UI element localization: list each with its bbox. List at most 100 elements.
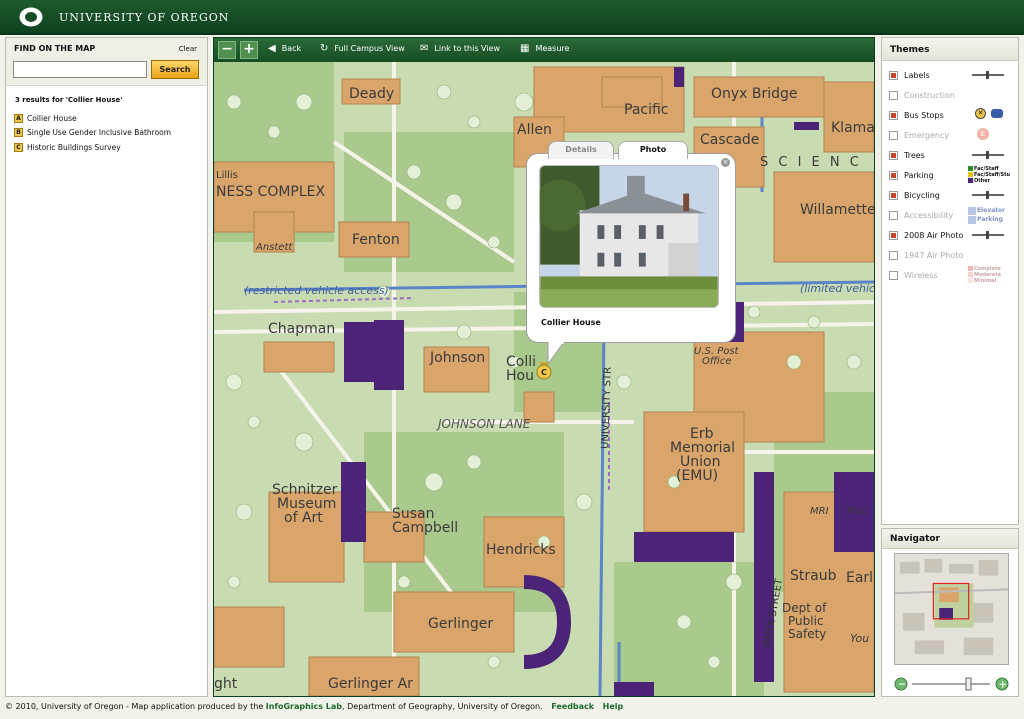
search-button[interactable]: Search — [151, 60, 199, 79]
accessible-parking-icon — [968, 215, 976, 224]
map-label: Straub — [790, 568, 837, 584]
accessibility-legend: Elevator Parking — [968, 206, 1005, 224]
footer-prefix: © 2010, University of Oregon - Map appli… — [5, 702, 264, 711]
map-label: Johnson — [429, 350, 485, 366]
bus-stop-icon: ✕ — [975, 108, 986, 119]
feedback-link[interactable]: Feedback — [551, 702, 594, 711]
checkbox[interactable] — [889, 270, 898, 280]
opacity-slider[interactable] — [972, 71, 1004, 79]
link-view-button[interactable]: ✉ Link to this View — [420, 43, 500, 54]
theme-label: Construction — [904, 90, 955, 100]
tab-details[interactable]: Details — [548, 141, 614, 159]
navigator-zoom-slider[interactable]: − + — [894, 677, 1009, 691]
map-label: Gerlinger — [428, 616, 493, 632]
result-item[interactable]: C Historic Buildings Survey — [14, 140, 171, 155]
checkbox[interactable] — [889, 170, 898, 180]
themes-title: Themes — [882, 38, 1018, 61]
map-label: Fenton — [352, 232, 400, 248]
map-label: Public — [788, 614, 824, 628]
checkbox[interactable] — [889, 250, 898, 260]
parking-legend: Fac/Staff Fac/Staff/Stu Other — [968, 166, 1010, 184]
map-label: Anstett — [255, 242, 293, 253]
result-badge: C — [14, 142, 23, 152]
wireless-legend: Complete Moderate Minimal — [968, 266, 1001, 284]
result-label[interactable]: Historic Buildings Survey — [27, 143, 121, 152]
map-label: (EMU) — [676, 468, 718, 484]
clear-link[interactable]: Clear — [179, 45, 197, 53]
map-label: Klama — [831, 120, 874, 136]
map-label: (limited vehic — [800, 282, 874, 295]
navigator-minimap[interactable] — [894, 553, 1009, 665]
checkbox[interactable] — [889, 150, 898, 160]
full-campus-button[interactable]: ↻ Full Campus View — [320, 43, 405, 54]
map-label: Cascade — [700, 132, 759, 148]
zoom-out-button[interactable]: − — [218, 41, 236, 59]
map-label: Safety — [788, 627, 826, 641]
app-header: UNIVERSITY OF OREGON — [0, 0, 1024, 35]
result-item[interactable]: A Collier House — [14, 111, 171, 126]
popup-pointer — [547, 342, 565, 366]
checkbox[interactable] — [889, 70, 898, 80]
back-button[interactable]: ◀ Back — [268, 43, 301, 54]
close-icon[interactable]: × — [721, 158, 730, 167]
theme-label: Trees — [904, 150, 925, 160]
theme-construction[interactable]: Construction — [889, 88, 1014, 102]
measure-button[interactable]: ▦ Measure — [520, 43, 569, 54]
theme-label: Parking — [904, 170, 934, 180]
checkbox[interactable] — [889, 90, 898, 100]
checkbox[interactable] — [889, 130, 898, 140]
theme-label: 1947 Air Photo — [904, 250, 964, 260]
result-item[interactable]: B Single Use Gender Inclusive Bathroom — [14, 126, 171, 141]
checkbox[interactable] — [889, 190, 898, 200]
result-label[interactable]: Single Use Gender Inclusive Bathroom — [27, 128, 171, 137]
theme-label: Emergency — [904, 130, 950, 140]
map-label: Lillis — [216, 170, 238, 181]
footer-suffix: , Department of Geography, University of… — [342, 702, 543, 711]
navigator-panel: Navigator − + — [881, 528, 1019, 697]
theme-air-photo-2008[interactable]: 2008 Air Photo — [889, 228, 1014, 242]
checkbox[interactable] — [889, 230, 898, 240]
navigator-title: Navigator — [882, 529, 1018, 549]
result-label[interactable]: Collier House — [27, 114, 77, 123]
svg-text:+: + — [999, 680, 1007, 691]
theme-bus-stops[interactable]: Bus Stops ✕ — [889, 108, 1014, 122]
checkbox[interactable] — [889, 110, 898, 120]
info-popup: Details Photo × Collier House — [526, 141, 736, 366]
map-label: S C I E N C — [760, 155, 862, 170]
theme-emergency[interactable]: Emergency E — [889, 128, 1014, 142]
full-campus-label: Full Campus View — [334, 44, 405, 53]
map-label: McC — [847, 506, 868, 517]
elevator-icon — [968, 206, 976, 215]
theme-labels[interactable]: Labels — [889, 68, 1014, 82]
opacity-slider[interactable] — [972, 231, 1004, 239]
checkbox[interactable] — [889, 210, 898, 220]
tab-photo[interactable]: Photo — [618, 141, 688, 159]
refresh-icon: ↻ — [320, 43, 329, 54]
search-input[interactable] — [13, 61, 147, 78]
help-link[interactable]: Help — [603, 702, 624, 711]
theme-air-photo-1947[interactable]: 1947 Air Photo — [889, 248, 1014, 262]
uo-logo-icon[interactable] — [18, 6, 44, 28]
envelope-icon: ✉ — [420, 43, 429, 54]
map-label: Office — [702, 356, 732, 367]
opacity-slider[interactable] — [972, 151, 1004, 159]
map-label: JOHNSON LANE — [436, 417, 531, 431]
map-label: Campbell — [392, 520, 458, 536]
result-count: 3 results for 'Collier House' — [15, 96, 123, 104]
bus-icon — [991, 109, 1003, 118]
result-badge: B — [14, 128, 23, 138]
map-toolbar: − + ◀ Back ↻ Full Campus View ✉ Link to thi… — [214, 38, 874, 62]
theme-label: Accessibility — [904, 210, 954, 220]
theme-bicycling[interactable]: Bicycling — [889, 188, 1014, 202]
infographics-lab-link[interactable]: InfoGraphics Lab — [266, 702, 342, 711]
map-label: of Art — [284, 510, 323, 526]
theme-trees[interactable]: Trees — [889, 148, 1014, 162]
find-panel: FIND ON THE MAP Clear Search 3 results f… — [5, 37, 208, 697]
zoom-in-button[interactable]: + — [240, 41, 258, 59]
emergency-icon: E — [977, 128, 989, 140]
map-label: Chapman — [268, 321, 335, 337]
find-title: FIND ON THE MAP — [14, 44, 96, 53]
map-label: Deady — [349, 86, 394, 102]
opacity-slider[interactable] — [972, 191, 1004, 199]
map-label: (restricted vehicle access) — [244, 284, 389, 297]
